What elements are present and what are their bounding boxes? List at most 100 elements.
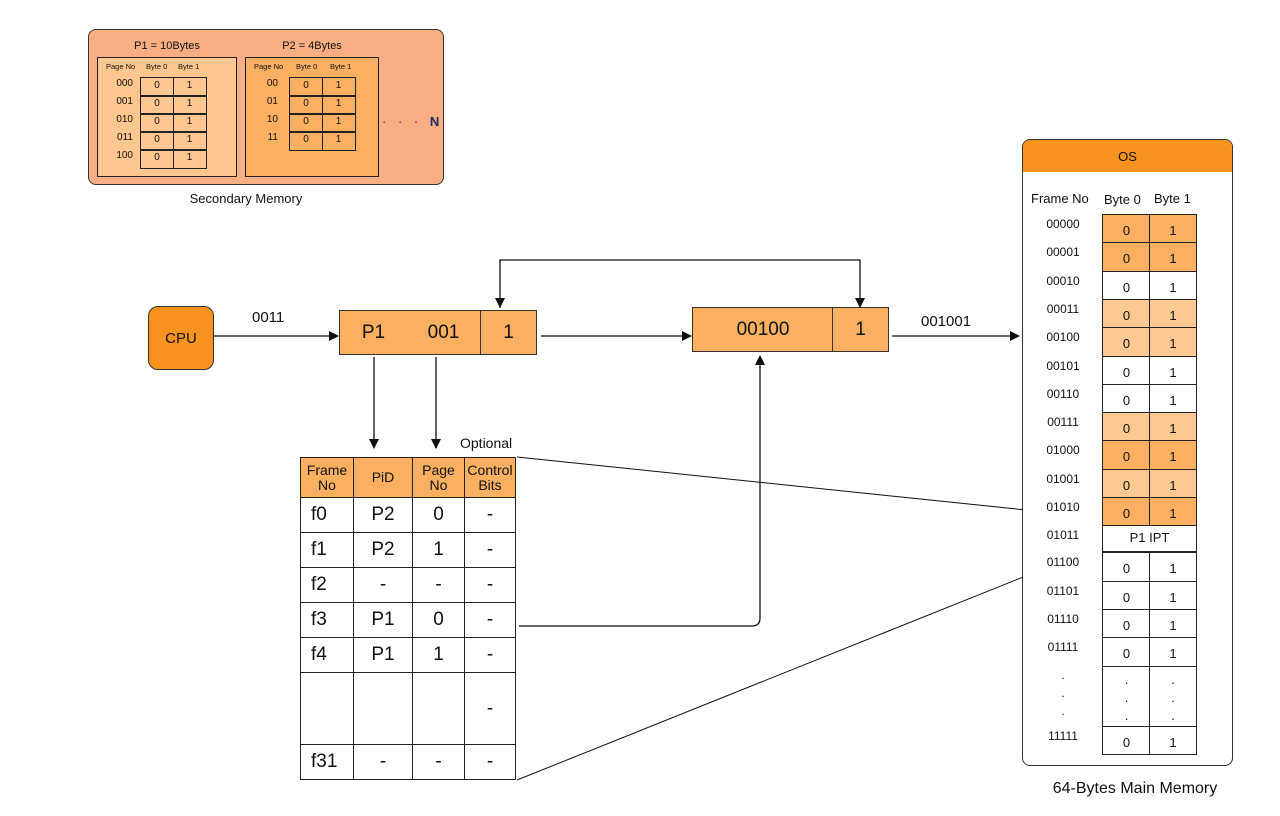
frame-number: 11111: [1048, 728, 1078, 743]
ipt-header-pid: PiD: [353, 457, 413, 498]
ipt-control-cell: -: [464, 497, 516, 533]
logical-page-field: 001: [406, 310, 482, 355]
ipt-row: f31- - -: [300, 744, 516, 780]
memory-byte-cell: 0: [1102, 552, 1151, 583]
ipt-frame-cell: f31: [300, 744, 354, 780]
ipt-header-frame: Frame No: [300, 457, 354, 498]
memory-byte-cell: 0: [1102, 468, 1151, 499]
memory-byte-cell: 1: [1149, 327, 1197, 357]
ipt-control-cell: -: [464, 532, 516, 568]
memory-byte-cell: 0: [1102, 355, 1151, 386]
ipt-projection-top: [516, 456, 1104, 519]
ipt-pid-cell: P1: [353, 637, 413, 673]
memory-byte-cell: 1: [1149, 725, 1197, 756]
ipt-row: f0 P2 0-: [300, 497, 516, 533]
memory-byte-cell: 0: [1102, 637, 1151, 667]
memory-byte-cell: 1: [1149, 242, 1197, 273]
memory-byte-cell: 1: [1149, 298, 1197, 329]
memory-byte-cell: 1: [1149, 552, 1197, 583]
byte-cell: 1: [321, 95, 356, 115]
page-number: 010: [116, 114, 133, 125]
offset-value: 1: [503, 321, 514, 343]
ipt-page-cell: 0: [412, 602, 465, 638]
page-number: 001: [116, 96, 133, 107]
frame-number: 01111: [1047, 640, 1079, 655]
frame-number: 01110: [1047, 611, 1079, 626]
byte-cell: 1: [172, 95, 207, 115]
byte-cell: 0: [289, 77, 323, 97]
cpu-box: CPU: [148, 306, 214, 370]
mini-header: Byte 1: [330, 62, 352, 71]
ipt-control-cell: -: [464, 602, 516, 638]
frame-number: 01100: [1046, 555, 1080, 570]
ipt-page-cell: [412, 672, 465, 745]
frame-number: 01000: [1046, 443, 1080, 458]
ipt-page-cell: -: [412, 567, 465, 603]
frame-number: . . .: [1061, 667, 1065, 718]
byte-cell: 1: [172, 131, 207, 151]
memory-byte-cell: 0: [1102, 580, 1151, 611]
memory-byte-cell: 0: [1102, 242, 1151, 273]
mini-header: Page No: [106, 62, 136, 71]
page-number: 011: [117, 132, 133, 143]
inverted-page-table: Frame No PiD Page No Control Bits f0 P2 0- f1 P…: [300, 457, 516, 780]
arrow-offset-copy: [499, 259, 865, 308]
memory-byte-cell: 0: [1102, 327, 1151, 357]
frame-number: 00101: [1046, 358, 1080, 373]
os-region: OS: [1023, 140, 1232, 172]
ipt-header-page: Page No: [412, 457, 465, 498]
page-number: 01: [266, 96, 278, 107]
frame-number: 00010: [1046, 273, 1080, 288]
ipt-pid-cell: P1: [353, 602, 413, 638]
ipt-page-cell: -: [412, 744, 465, 780]
ipt-row: f4 P1 1-: [300, 637, 516, 673]
p1-title: P1 = 10Bytes: [134, 40, 200, 52]
memory-byte-cell: 1: [1149, 412, 1197, 442]
memory-byte-cell: . . .: [1149, 665, 1197, 727]
byte-cell: 0: [140, 113, 174, 133]
memory-byte-cell: 0: [1102, 270, 1151, 301]
memory-byte-cell: 0: [1102, 725, 1151, 756]
optional-label: Optional: [460, 435, 513, 451]
ipt-page-cell: 1: [412, 637, 465, 673]
byte-cell: 0: [289, 113, 323, 133]
byte-cell: 1: [321, 77, 356, 97]
memory-byte-cell: 1: [1149, 270, 1197, 301]
physical-offset-field: 1: [832, 307, 889, 352]
memory-byte-cell: 0: [1102, 214, 1151, 244]
page-value: 001: [427, 321, 460, 343]
cpu-label: CPU: [165, 329, 197, 347]
memory-byte-cell: 1: [1149, 580, 1197, 611]
byte-cell: 1: [172, 113, 207, 133]
byte-cell: 0: [140, 77, 174, 97]
ipt-control-cell: -: [464, 567, 516, 603]
page-number: 00: [266, 78, 278, 89]
memory-byte-cell: 1: [1149, 468, 1197, 499]
ipt-frame-cell: f0: [300, 497, 354, 533]
ipt-row: -: [300, 672, 516, 745]
memory-byte-cell: 1: [1149, 355, 1197, 386]
memory-byte-cell: 1: [1149, 440, 1197, 471]
os-label: OS: [1118, 148, 1137, 164]
byte-cell: 0: [289, 131, 323, 151]
mm-header-byte1: Byte 1: [1154, 191, 1191, 206]
memory-byte-cell: 1: [1149, 214, 1197, 244]
ipt-row: f3 P1 0-: [300, 602, 516, 638]
page-number: 10: [266, 114, 278, 125]
pid-value: P1: [361, 321, 386, 343]
cpu-output-label: 0011: [252, 309, 285, 326]
byte-cell: 1: [321, 131, 356, 151]
byte-cell: 0: [140, 149, 174, 169]
ipt-row: f1 P2 1-: [300, 532, 516, 568]
ipt-page-cell: 1: [412, 532, 465, 568]
memory-byte-cell: 0: [1102, 298, 1151, 329]
logical-pid-field: P1: [339, 310, 408, 355]
ipt-page-cell: 0: [412, 497, 465, 533]
byte-cell: 1: [172, 77, 207, 97]
ellipsis: · · ·: [382, 114, 423, 129]
memory-byte-cell: 1: [1149, 637, 1197, 667]
ipt-frame-cell: [300, 672, 354, 745]
ipt-row: f2- - -: [300, 567, 516, 603]
ipt-frame-cell: f3: [300, 602, 354, 638]
frame-number: 00100: [1046, 330, 1080, 345]
